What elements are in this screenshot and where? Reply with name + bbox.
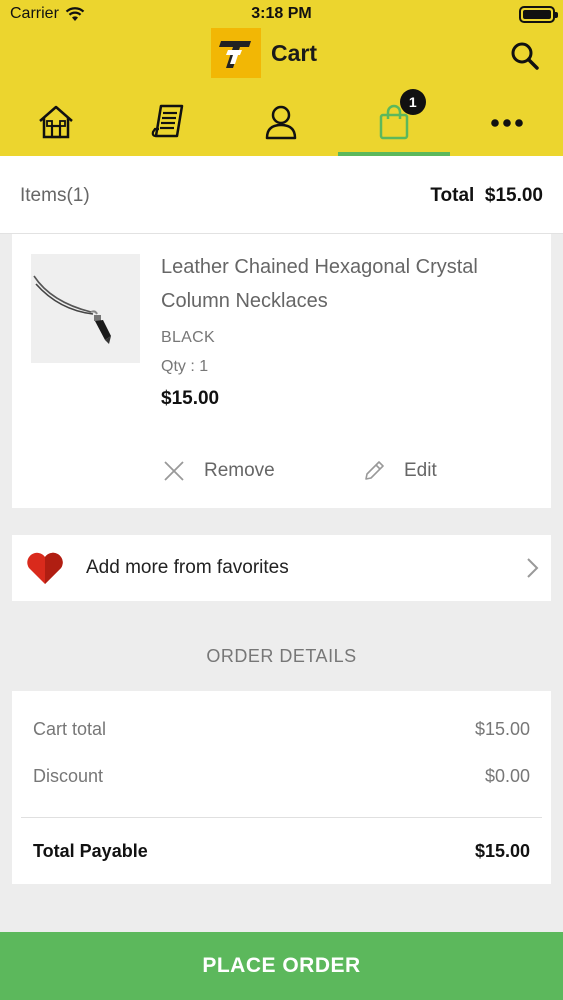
- cart-total-row: Cart total $15.00: [33, 719, 530, 740]
- favorites-label: Add more from favorites: [86, 557, 289, 578]
- chevron-right-icon: [527, 558, 539, 578]
- close-icon: [164, 461, 184, 481]
- remove-button[interactable]: Remove: [162, 456, 275, 486]
- place-order-button[interactable]: PLACE ORDER: [0, 932, 563, 1000]
- discount-value: $0.00: [484, 766, 530, 786]
- product-name[interactable]: Leather Chained Hexagonal Crystal Column…: [161, 250, 531, 318]
- profile-icon: [266, 105, 297, 140]
- tab-profile[interactable]: [225, 88, 338, 156]
- cart-count-badge: 1: [399, 89, 426, 115]
- app-header: Carrier 3:18 PM Cart 1: [0, 0, 563, 156]
- total-payable-value: $15.00: [474, 841, 530, 861]
- search-button[interactable]: [509, 40, 541, 72]
- tab-home[interactable]: [0, 88, 113, 156]
- more-icon: [490, 119, 523, 127]
- product-image[interactable]: [31, 254, 140, 363]
- total-payable-row: Total Payable $15.00: [33, 841, 530, 862]
- order-details-heading: ORDER DETAILS: [206, 646, 357, 666]
- product-price: $15.00: [161, 388, 220, 409]
- tab-cart[interactable]: 1: [337, 88, 451, 156]
- tab-bar: 1: [0, 88, 563, 156]
- orders-icon: [151, 104, 184, 138]
- total-label: Total: [430, 185, 475, 206]
- battery-icon: [519, 6, 558, 23]
- status-time: 3:18 PM: [251, 5, 312, 22]
- divider: [21, 817, 542, 818]
- remove-label: Remove: [204, 460, 275, 481]
- cart-total-value: $15.00: [474, 719, 530, 739]
- home-icon: [39, 105, 74, 139]
- app-logo: [211, 28, 261, 78]
- edit-label: Edit: [404, 460, 437, 481]
- logo-mark: [211, 28, 261, 78]
- discount-label: Discount: [33, 766, 104, 786]
- title-bar: Cart: [0, 26, 563, 82]
- cart-total: Total $15.00: [430, 185, 543, 207]
- total-payable-label: Total Payable: [33, 841, 148, 861]
- necklace-image: [31, 254, 140, 363]
- add-from-favorites-row[interactable]: Add more from favorites: [12, 535, 551, 601]
- product-qty: Qty : 1: [161, 358, 209, 375]
- total-value: $15.00: [484, 185, 543, 206]
- cart-item-card: Leather Chained Hexagonal Crystal Column…: [12, 234, 551, 508]
- cart-summary: Items(1) Total $15.00: [0, 156, 563, 234]
- tab-orders[interactable]: [113, 88, 226, 156]
- items-count: Items(1): [20, 185, 90, 206]
- edit-button[interactable]: Edit: [362, 456, 437, 486]
- heart-icon: [27, 552, 63, 584]
- order-details-card: Cart total $15.00 Discount $0.00 Total P…: [12, 691, 551, 884]
- product-color: BLACK: [161, 329, 215, 346]
- search-icon: [511, 42, 539, 70]
- page-title: Cart: [271, 40, 318, 66]
- pencil-icon: [365, 461, 384, 480]
- tab-more[interactable]: [450, 88, 563, 156]
- cart-total-label: Cart total: [33, 719, 107, 739]
- discount-row: Discount $0.00: [33, 766, 530, 787]
